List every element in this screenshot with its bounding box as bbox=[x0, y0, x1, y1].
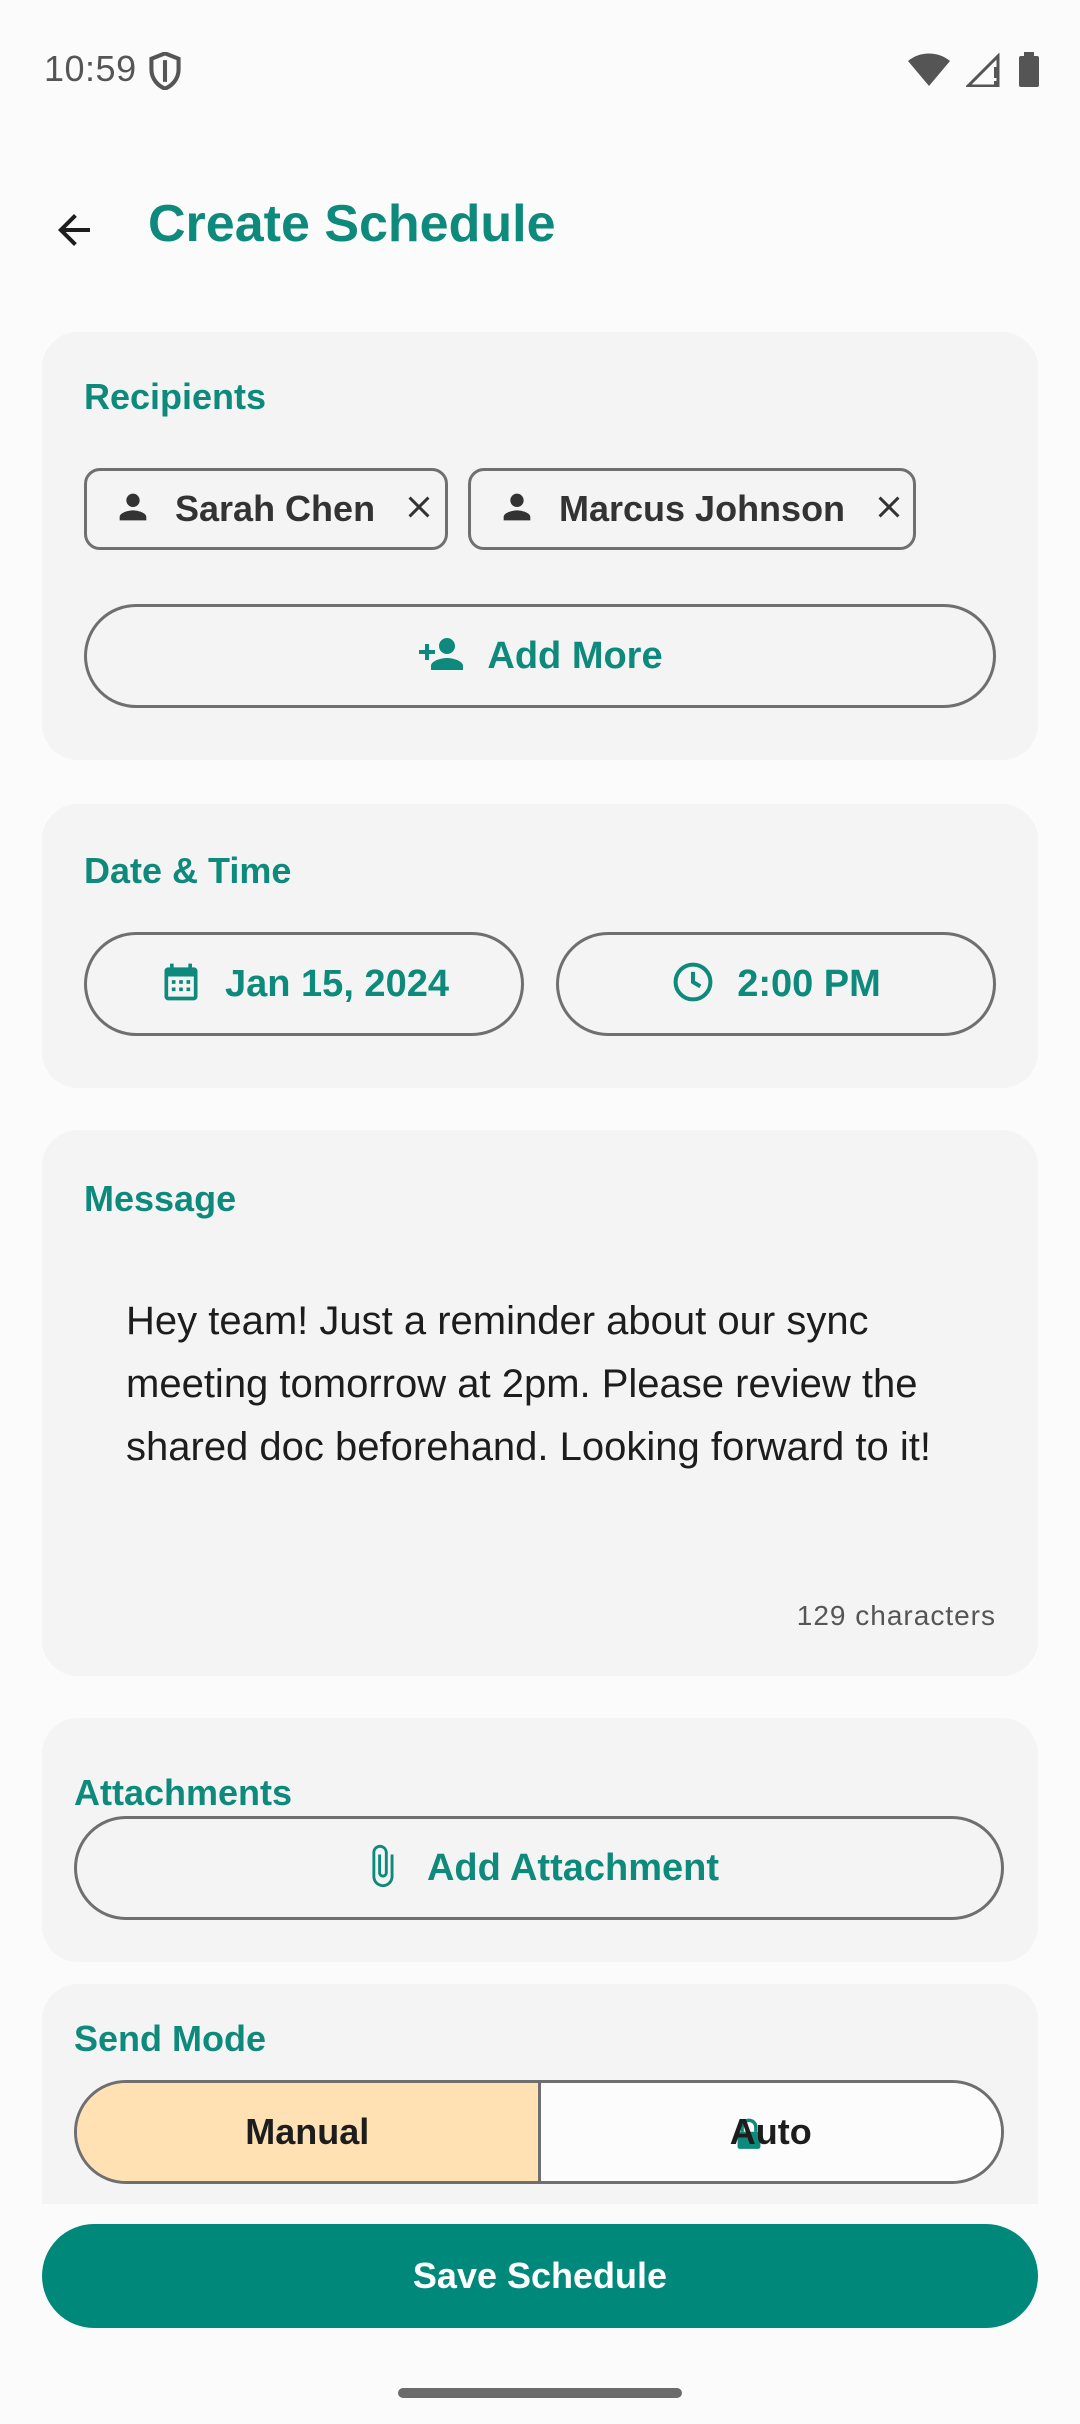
calendar-icon bbox=[159, 960, 203, 1009]
send-mode-auto-label: Auto bbox=[729, 2111, 812, 2152]
datetime-label: Date & Time bbox=[84, 850, 292, 891]
add-more-label: Add More bbox=[487, 634, 663, 677]
attachments-label: Attachments bbox=[74, 1772, 293, 1813]
person-icon bbox=[113, 487, 153, 532]
save-schedule-button[interactable]: Save Schedule bbox=[42, 2224, 1038, 2328]
send-mode-auto[interactable]: Auto bbox=[540, 2083, 1001, 2181]
add-more-button[interactable]: Add More bbox=[84, 604, 996, 708]
wifi-icon bbox=[908, 53, 950, 92]
add-attachment-label: Add Attachment bbox=[426, 1846, 720, 1889]
recipients-label: Recipients bbox=[84, 376, 267, 417]
attachments-card: Attachments Add Attachment bbox=[42, 1718, 1038, 1962]
status-bar: 10:59 bbox=[0, 0, 1080, 140]
cellular-signal-icon bbox=[964, 52, 1002, 92]
send-mode-manual[interactable]: Manual bbox=[77, 2083, 541, 2181]
back-button[interactable] bbox=[38, 196, 110, 268]
page-title: Create Schedule bbox=[148, 195, 556, 253]
message-card: Message Hey team! Just a reminder about … bbox=[42, 1130, 1038, 1676]
time-picker-button[interactable]: 2:00 PM bbox=[556, 932, 996, 1036]
status-icons bbox=[908, 52, 1040, 93]
date-picker-button[interactable]: Jan 15, 2024 bbox=[84, 932, 524, 1036]
recipient-chip[interactable]: Sarah Chen bbox=[84, 468, 448, 550]
message-label: Message bbox=[84, 1178, 237, 1219]
paperclip-icon bbox=[359, 1843, 405, 1894]
send-mode-label: Send Mode bbox=[74, 2018, 267, 2059]
send-mode-manual-label: Manual bbox=[245, 2111, 370, 2152]
clock-icon bbox=[671, 960, 715, 1009]
status-time: 10:59 bbox=[44, 48, 137, 89]
arrow-back-icon bbox=[50, 206, 98, 259]
add-attachment-button[interactable]: Add Attachment bbox=[74, 1816, 1004, 1920]
app-bar: Create Schedule bbox=[0, 180, 1080, 270]
person-icon bbox=[497, 487, 537, 532]
date-value: Jan 15, 2024 bbox=[225, 962, 449, 1005]
person-add-icon bbox=[417, 630, 465, 683]
battery-icon bbox=[1018, 52, 1040, 93]
send-mode-toggle: Manual Auto bbox=[74, 2080, 1004, 2184]
save-schedule-label: Save Schedule bbox=[412, 2255, 668, 2296]
datetime-card: Date & Time Jan 15, 2024 2:00 PM bbox=[42, 804, 1038, 1088]
message-input[interactable]: Hey team! Just a reminder about our sync… bbox=[126, 1290, 986, 1479]
send-mode-card: Send Mode Manual Auto bbox=[42, 1984, 1038, 2204]
recipient-name: Sarah Chen bbox=[175, 488, 376, 529]
home-indicator[interactable] bbox=[398, 2388, 682, 2398]
recipient-name: Marcus Johnson bbox=[559, 488, 846, 529]
recipients-card: Recipients Sarah Chen Marcus Johnson Add… bbox=[42, 332, 1038, 760]
shield-icon bbox=[148, 51, 182, 95]
close-icon[interactable] bbox=[401, 489, 437, 530]
recipient-chip[interactable]: Marcus Johnson bbox=[468, 468, 916, 550]
character-count: 129 characters bbox=[796, 1600, 996, 1631]
close-icon[interactable] bbox=[871, 489, 907, 530]
time-value: 2:00 PM bbox=[737, 962, 881, 1005]
